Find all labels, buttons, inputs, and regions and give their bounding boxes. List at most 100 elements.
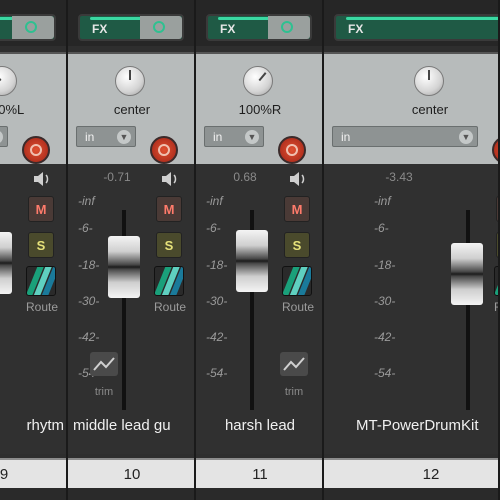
input-panel: 100%L in ▼: [0, 52, 66, 164]
meter-scale-label: -42-: [374, 330, 396, 344]
track-name[interactable]: middle lead gu: [68, 417, 194, 434]
meter-scale-label: -inf: [374, 194, 391, 208]
fx-button[interactable]: FX: [78, 14, 184, 41]
mute-button[interactable]: M: [284, 196, 310, 222]
dropdown-arrow-icon: ▼: [459, 130, 473, 144]
volume-readout: 0.68: [233, 170, 257, 184]
dropdown-arrow-icon: ▼: [245, 130, 259, 144]
input-panel: center in ▼: [68, 52, 194, 164]
volume-fader[interactable]: [236, 230, 268, 292]
track-number-bar[interactable]: 11: [196, 458, 322, 488]
track-number-bar[interactable]: 12: [324, 458, 498, 488]
volume-fader[interactable]: [108, 236, 140, 298]
meter-scale-label: -6-: [374, 221, 389, 235]
input-select[interactable]: in ▼: [76, 126, 136, 147]
solo-button[interactable]: S: [496, 232, 498, 258]
input-select-label: in: [213, 130, 223, 144]
fx-button[interactable]: FX: [334, 14, 498, 41]
pan-value: 100%R: [238, 102, 282, 117]
trim-label: trim: [94, 386, 114, 398]
fader-section: -3.43 -inf -6- -18- -30- -42- -54-: [324, 164, 498, 454]
fx-area: FX: [196, 0, 322, 46]
fx-label: FX: [220, 22, 236, 36]
volume-fader[interactable]: [451, 243, 483, 305]
route-label: Route: [153, 300, 187, 314]
fx-label: FX: [92, 22, 108, 36]
record-arm-icon[interactable]: [492, 136, 498, 164]
meter-scale-label: -54-: [374, 366, 396, 380]
track-number-bar[interactable]: 10: [68, 458, 194, 488]
input-panel: center in ▼: [324, 52, 498, 164]
fx-button[interactable]: FX: [0, 14, 56, 41]
fx-active-line: [346, 17, 498, 20]
pan-knob[interactable]: [0, 66, 17, 96]
trim-icon[interactable]: [90, 352, 118, 376]
fx-area: FX: [324, 0, 498, 46]
track-number-bar[interactable]: 9: [0, 458, 66, 488]
dropdown-arrow-icon: ▼: [0, 130, 3, 144]
solo-button[interactable]: S: [284, 232, 310, 258]
meter-scale-label: -30-: [206, 294, 228, 308]
fx-label: FX: [348, 22, 364, 36]
dropdown-arrow-icon: ▼: [117, 130, 131, 144]
mute-button[interactable]: M: [496, 196, 498, 222]
speaker-icon[interactable]: [288, 169, 308, 189]
bottom-edge: [68, 488, 194, 500]
route-label: Route: [488, 300, 498, 314]
meter-scale-label: -30-: [78, 294, 100, 308]
route-icon[interactable]: [26, 266, 56, 296]
bottom-edge: [0, 488, 66, 500]
trim-icon[interactable]: [280, 352, 308, 376]
track-strip-12[interactable]: FX center in ▼ -3.43 -inf -6- -18- -30- …: [324, 0, 500, 500]
meter-scale-label: -54-: [206, 366, 228, 380]
pan-knob[interactable]: [115, 66, 145, 96]
route-icon[interactable]: [282, 266, 312, 296]
record-arm-icon[interactable]: [22, 136, 50, 164]
track-name[interactable]: rhytm: [0, 417, 65, 434]
meter-scale-label: -6-: [78, 221, 93, 235]
input-select[interactable]: in ▼: [204, 126, 264, 147]
track-name[interactable]: MT-PowerDrumKit: [324, 417, 498, 434]
pan-value: center: [411, 102, 449, 117]
track-strip-9[interactable]: FX 100%L in ▼ M S Route rhytm 9: [0, 0, 68, 500]
fx-power-icon[interactable]: [140, 16, 182, 39]
fader-track[interactable]: [466, 210, 470, 410]
track-strip-10[interactable]: FX center in ▼ -0.71 -inf -6- -18- -30- …: [68, 0, 196, 500]
pan-knob[interactable]: [414, 66, 444, 96]
trim-label: trim: [284, 386, 304, 398]
fx-power-icon[interactable]: [12, 16, 54, 39]
meter-scale-label: -inf: [206, 194, 223, 208]
track-strip-11[interactable]: FX 100%R in ▼ 0.68 -inf -6- -18- -30- -4…: [196, 0, 324, 500]
solo-button[interactable]: S: [156, 232, 182, 258]
meter-scale-label: -18-: [206, 258, 228, 272]
input-select[interactable]: in ▼: [332, 126, 478, 147]
mute-button[interactable]: M: [28, 196, 54, 222]
meter-scale-label: -30-: [374, 294, 396, 308]
meter-scale-label: -6-: [206, 221, 221, 235]
input-select-label: in: [85, 130, 95, 144]
pan-knob[interactable]: [243, 66, 273, 96]
volume-readout: -0.71: [103, 170, 131, 184]
meter-scale-label: -42-: [206, 330, 228, 344]
fx-area: FX: [0, 0, 66, 46]
route-icon[interactable]: [494, 266, 498, 296]
meter-scale-label: -inf: [78, 194, 95, 208]
speaker-icon[interactable]: [160, 169, 180, 189]
record-arm-icon[interactable]: [150, 136, 178, 164]
pan-value: 100%L: [0, 102, 25, 117]
fx-button[interactable]: FX: [206, 14, 312, 41]
record-arm-icon[interactable]: [278, 136, 306, 164]
bottom-edge: [324, 488, 498, 500]
mute-button[interactable]: M: [156, 196, 182, 222]
volume-fader[interactable]: [0, 232, 12, 294]
track-name[interactable]: harsh lead: [196, 417, 322, 434]
speaker-icon[interactable]: [32, 169, 52, 189]
volume-readout: -3.43: [385, 170, 413, 184]
route-icon[interactable]: [154, 266, 184, 296]
fx-power-icon[interactable]: [268, 16, 310, 39]
input-select[interactable]: in ▼: [0, 126, 8, 147]
solo-button[interactable]: S: [28, 232, 54, 258]
pan-value: center: [113, 102, 151, 117]
track-number: 10: [123, 466, 141, 483]
track-number: 12: [422, 466, 440, 483]
